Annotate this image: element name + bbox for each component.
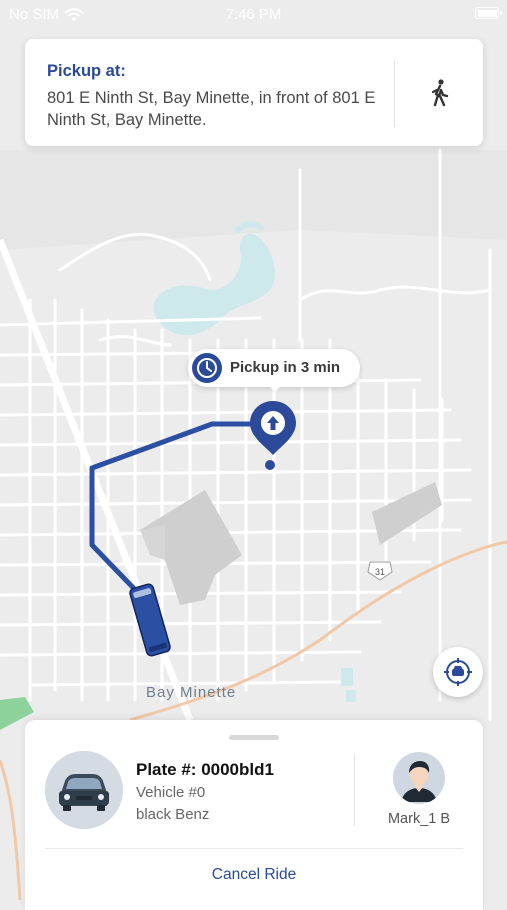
sheet-vertical-divider: [354, 754, 355, 826]
pickup-address: 801 E Ninth St, Bay Minette, in front of…: [47, 89, 376, 129]
city-label: Bay Minette: [146, 684, 236, 701]
sheet-horizontal-divider: [45, 848, 463, 849]
eta-pill: Pickup in 3 min: [188, 349, 360, 392]
driver-name: Mark_1 B: [387, 811, 451, 827]
eta-text: Pickup in 3 min: [230, 359, 341, 376]
vehicle-number: Vehicle #0: [136, 784, 206, 801]
recenter-button[interactable]: [433, 647, 483, 697]
ride-details-sheet: Plate #: 0000bld1 Vehicle #0 black Benz …: [25, 720, 483, 910]
pickup-pin-icon: [250, 401, 296, 470]
pickup-label: Pickup at:: [47, 62, 126, 80]
battery-icon: [475, 7, 502, 19]
driver-avatar-icon[interactable]: [393, 752, 445, 804]
vehicle-description: black Benz: [136, 806, 210, 823]
clock-icon: [192, 353, 222, 383]
plate-number: Plate #: 0000bld1: [136, 760, 274, 779]
cancel-ride-button[interactable]: Cancel Ride: [25, 866, 483, 884]
status-bar: No SIM 7:46 PM: [0, 0, 507, 30]
recenter-icon: [444, 658, 472, 686]
pickup-divider: [394, 59, 395, 127]
car-icon: [45, 751, 123, 829]
route-shield-label: 31: [375, 567, 385, 577]
status-time: 7:46 PM: [225, 6, 282, 23]
sheet-grabber[interactable]: [229, 735, 279, 740]
walking-icon[interactable]: [426, 78, 452, 108]
eta-pill-tail: [268, 385, 282, 392]
pickup-card: Pickup at: 801 E Ninth St, Bay Minette, …: [25, 39, 483, 146]
